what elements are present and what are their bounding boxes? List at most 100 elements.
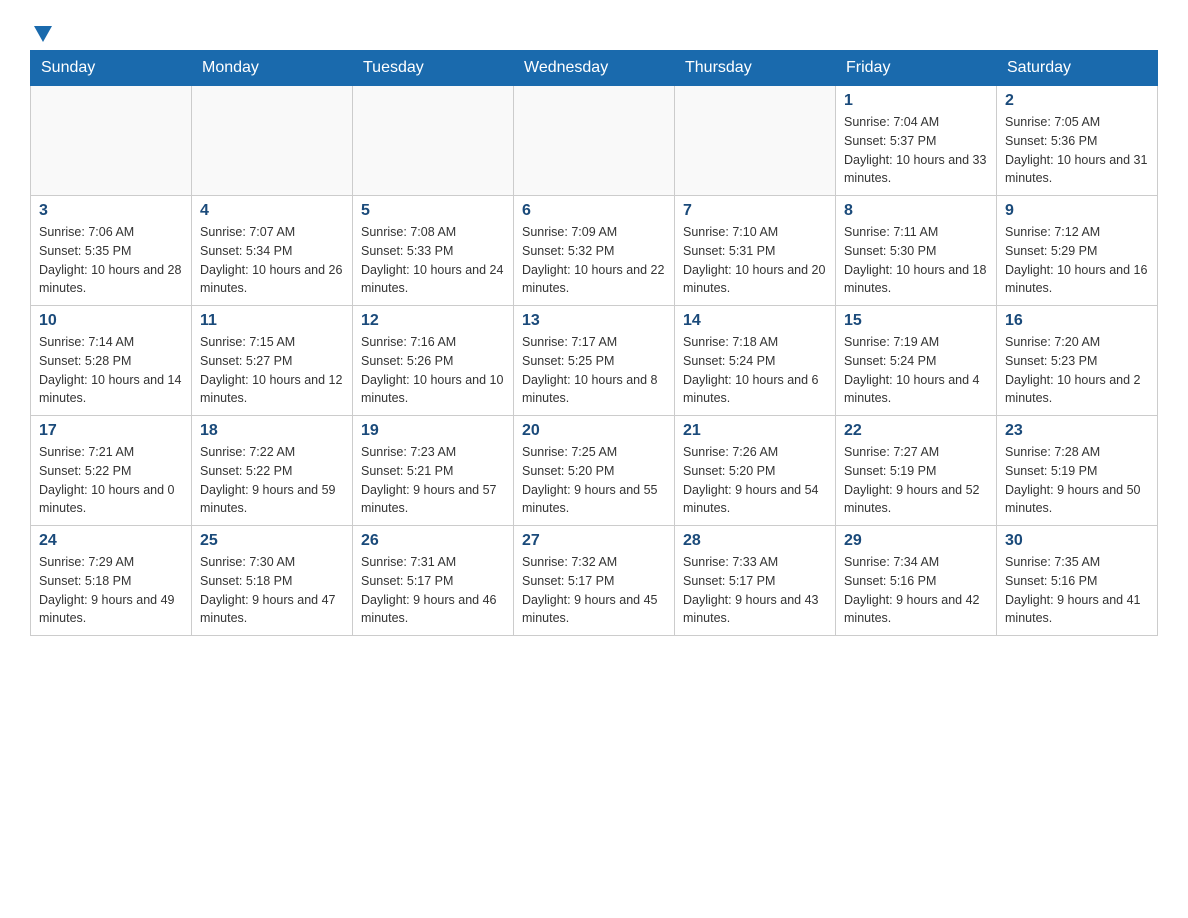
calendar-cell	[675, 86, 836, 196]
day-info: Sunrise: 7:33 AMSunset: 5:17 PMDaylight:…	[683, 553, 827, 628]
calendar-header-saturday: Saturday	[997, 51, 1158, 86]
calendar-cell	[353, 86, 514, 196]
day-number: 22	[844, 422, 988, 440]
day-info: Sunrise: 7:09 AMSunset: 5:32 PMDaylight:…	[522, 223, 666, 298]
calendar-cell: 12 Sunrise: 7:16 AMSunset: 5:26 PMDayligh…	[353, 306, 514, 416]
day-info: Sunrise: 7:08 AMSunset: 5:33 PMDaylight:…	[361, 223, 505, 298]
day-info: Sunrise: 7:31 AMSunset: 5:17 PMDaylight:…	[361, 553, 505, 628]
day-info: Sunrise: 7:11 AMSunset: 5:30 PMDaylight:…	[844, 223, 988, 298]
calendar-cell: 13 Sunrise: 7:17 AMSunset: 5:25 PMDayligh…	[514, 306, 675, 416]
calendar-cell: 16 Sunrise: 7:20 AMSunset: 5:23 PMDayligh…	[997, 306, 1158, 416]
calendar-cell	[192, 86, 353, 196]
day-info: Sunrise: 7:28 AMSunset: 5:19 PMDaylight:…	[1005, 443, 1149, 518]
calendar-cell: 22 Sunrise: 7:27 AMSunset: 5:19 PMDayligh…	[836, 416, 997, 526]
day-number: 26	[361, 532, 505, 550]
day-info: Sunrise: 7:27 AMSunset: 5:19 PMDaylight:…	[844, 443, 988, 518]
calendar-cell: 8 Sunrise: 7:11 AMSunset: 5:30 PMDaylight…	[836, 196, 997, 306]
day-info: Sunrise: 7:19 AMSunset: 5:24 PMDaylight:…	[844, 333, 988, 408]
day-info: Sunrise: 7:12 AMSunset: 5:29 PMDaylight:…	[1005, 223, 1149, 298]
day-info: Sunrise: 7:15 AMSunset: 5:27 PMDaylight:…	[200, 333, 344, 408]
calendar-cell: 7 Sunrise: 7:10 AMSunset: 5:31 PMDaylight…	[675, 196, 836, 306]
day-info: Sunrise: 7:07 AMSunset: 5:34 PMDaylight:…	[200, 223, 344, 298]
calendar-cell: 25Sunrise: 7:30 AMSunset: 5:18 PMDayligh…	[192, 526, 353, 636]
calendar-cell: 26 Sunrise: 7:31 AMSunset: 5:17 PMDayligh…	[353, 526, 514, 636]
calendar-cell: 21 Sunrise: 7:26 AMSunset: 5:20 PMDayligh…	[675, 416, 836, 526]
day-number: 10	[39, 312, 183, 330]
day-number: 17	[39, 422, 183, 440]
day-info: Sunrise: 7:21 AMSunset: 5:22 PMDaylight:…	[39, 443, 183, 518]
calendar-cell: 11 Sunrise: 7:15 AMSunset: 5:27 PMDayligh…	[192, 306, 353, 416]
day-number: 4	[200, 202, 344, 220]
calendar-cell: 19 Sunrise: 7:23 AMSunset: 5:21 PMDayligh…	[353, 416, 514, 526]
day-number: 30	[1005, 532, 1149, 550]
day-number: 7	[683, 202, 827, 220]
day-number: 13	[522, 312, 666, 330]
calendar-header-friday: Friday	[836, 51, 997, 86]
day-info: Sunrise: 7:05 AMSunset: 5:36 PMDaylight:…	[1005, 113, 1149, 188]
calendar-week-row: 10 Sunrise: 7:14 AMSunset: 5:28 PMDayligh…	[31, 306, 1158, 416]
day-number: 3	[39, 202, 183, 220]
day-number: 21	[683, 422, 827, 440]
day-number: 2	[1005, 92, 1149, 110]
day-info: Sunrise: 7:18 AMSunset: 5:24 PMDaylight:…	[683, 333, 827, 408]
calendar-cell	[31, 86, 192, 196]
calendar-cell	[514, 86, 675, 196]
calendar-cell: 28 Sunrise: 7:33 AMSunset: 5:17 PMDayligh…	[675, 526, 836, 636]
calendar-header-thursday: Thursday	[675, 51, 836, 86]
day-number: 5	[361, 202, 505, 220]
day-info: Sunrise: 7:35 AMSunset: 5:16 PMDaylight:…	[1005, 553, 1149, 628]
calendar-cell: 27 Sunrise: 7:32 AMSunset: 5:17 PMDayligh…	[514, 526, 675, 636]
calendar-cell: 3 Sunrise: 7:06 AMSunset: 5:35 PMDaylight…	[31, 196, 192, 306]
calendar-header-monday: Monday	[192, 51, 353, 86]
day-number: 6	[522, 202, 666, 220]
day-number: 27	[522, 532, 666, 550]
day-number: 29	[844, 532, 988, 550]
calendar-cell: 15Sunrise: 7:19 AMSunset: 5:24 PMDayligh…	[836, 306, 997, 416]
day-number: 11	[200, 312, 344, 330]
calendar-cell: 23Sunrise: 7:28 AMSunset: 5:19 PMDayligh…	[997, 416, 1158, 526]
day-info: Sunrise: 7:06 AMSunset: 5:35 PMDaylight:…	[39, 223, 183, 298]
day-info: Sunrise: 7:20 AMSunset: 5:23 PMDaylight:…	[1005, 333, 1149, 408]
day-info: Sunrise: 7:22 AMSunset: 5:22 PMDaylight:…	[200, 443, 344, 518]
day-number: 12	[361, 312, 505, 330]
day-info: Sunrise: 7:17 AMSunset: 5:25 PMDaylight:…	[522, 333, 666, 408]
calendar-week-row: 17 Sunrise: 7:21 AMSunset: 5:22 PMDayligh…	[31, 416, 1158, 526]
calendar-cell: 18 Sunrise: 7:22 AMSunset: 5:22 PMDayligh…	[192, 416, 353, 526]
day-number: 8	[844, 202, 988, 220]
calendar-header-row: SundayMondayTuesdayWednesdayThursdayFrid…	[31, 51, 1158, 86]
calendar-cell: 5 Sunrise: 7:08 AMSunset: 5:33 PMDaylight…	[353, 196, 514, 306]
day-info: Sunrise: 7:10 AMSunset: 5:31 PMDaylight:…	[683, 223, 827, 298]
calendar-header-tuesday: Tuesday	[353, 51, 514, 86]
calendar-cell: 29 Sunrise: 7:34 AMSunset: 5:16 PMDayligh…	[836, 526, 997, 636]
day-info: Sunrise: 7:29 AMSunset: 5:18 PMDaylight:…	[39, 553, 183, 628]
day-info: Sunrise: 7:34 AMSunset: 5:16 PMDaylight:…	[844, 553, 988, 628]
day-info: Sunrise: 7:26 AMSunset: 5:20 PMDaylight:…	[683, 443, 827, 518]
calendar-cell: 10 Sunrise: 7:14 AMSunset: 5:28 PMDayligh…	[31, 306, 192, 416]
day-number: 14	[683, 312, 827, 330]
day-info: Sunrise: 7:30 AMSunset: 5:18 PMDaylight:…	[200, 553, 344, 628]
calendar-cell: 30 Sunrise: 7:35 AMSunset: 5:16 PMDayligh…	[997, 526, 1158, 636]
calendar-cell: 4 Sunrise: 7:07 AMSunset: 5:34 PMDaylight…	[192, 196, 353, 306]
day-info: Sunrise: 7:23 AMSunset: 5:21 PMDaylight:…	[361, 443, 505, 518]
calendar-table: SundayMondayTuesdayWednesdayThursdayFrid…	[30, 50, 1158, 636]
calendar-cell: 17 Sunrise: 7:21 AMSunset: 5:22 PMDayligh…	[31, 416, 192, 526]
calendar-cell: 6 Sunrise: 7:09 AMSunset: 5:32 PMDaylight…	[514, 196, 675, 306]
day-info: Sunrise: 7:04 AMSunset: 5:37 PMDaylight:…	[844, 113, 988, 188]
day-info: Sunrise: 7:16 AMSunset: 5:26 PMDaylight:…	[361, 333, 505, 408]
day-number: 19	[361, 422, 505, 440]
day-number: 9	[1005, 202, 1149, 220]
day-number: 28	[683, 532, 827, 550]
day-number: 18	[200, 422, 344, 440]
day-number: 16	[1005, 312, 1149, 330]
logo	[30, 20, 54, 40]
logo-triangle-icon	[32, 22, 54, 44]
calendar-header-wednesday: Wednesday	[514, 51, 675, 86]
day-number: 24	[39, 532, 183, 550]
calendar-week-row: 24 Sunrise: 7:29 AMSunset: 5:18 PMDayligh…	[31, 526, 1158, 636]
day-number: 1	[844, 92, 988, 110]
calendar-cell: 9 Sunrise: 7:12 AMSunset: 5:29 PMDaylight…	[997, 196, 1158, 306]
day-info: Sunrise: 7:32 AMSunset: 5:17 PMDaylight:…	[522, 553, 666, 628]
day-info: Sunrise: 7:14 AMSunset: 5:28 PMDaylight:…	[39, 333, 183, 408]
calendar-cell: 24 Sunrise: 7:29 AMSunset: 5:18 PMDayligh…	[31, 526, 192, 636]
day-number: 20	[522, 422, 666, 440]
